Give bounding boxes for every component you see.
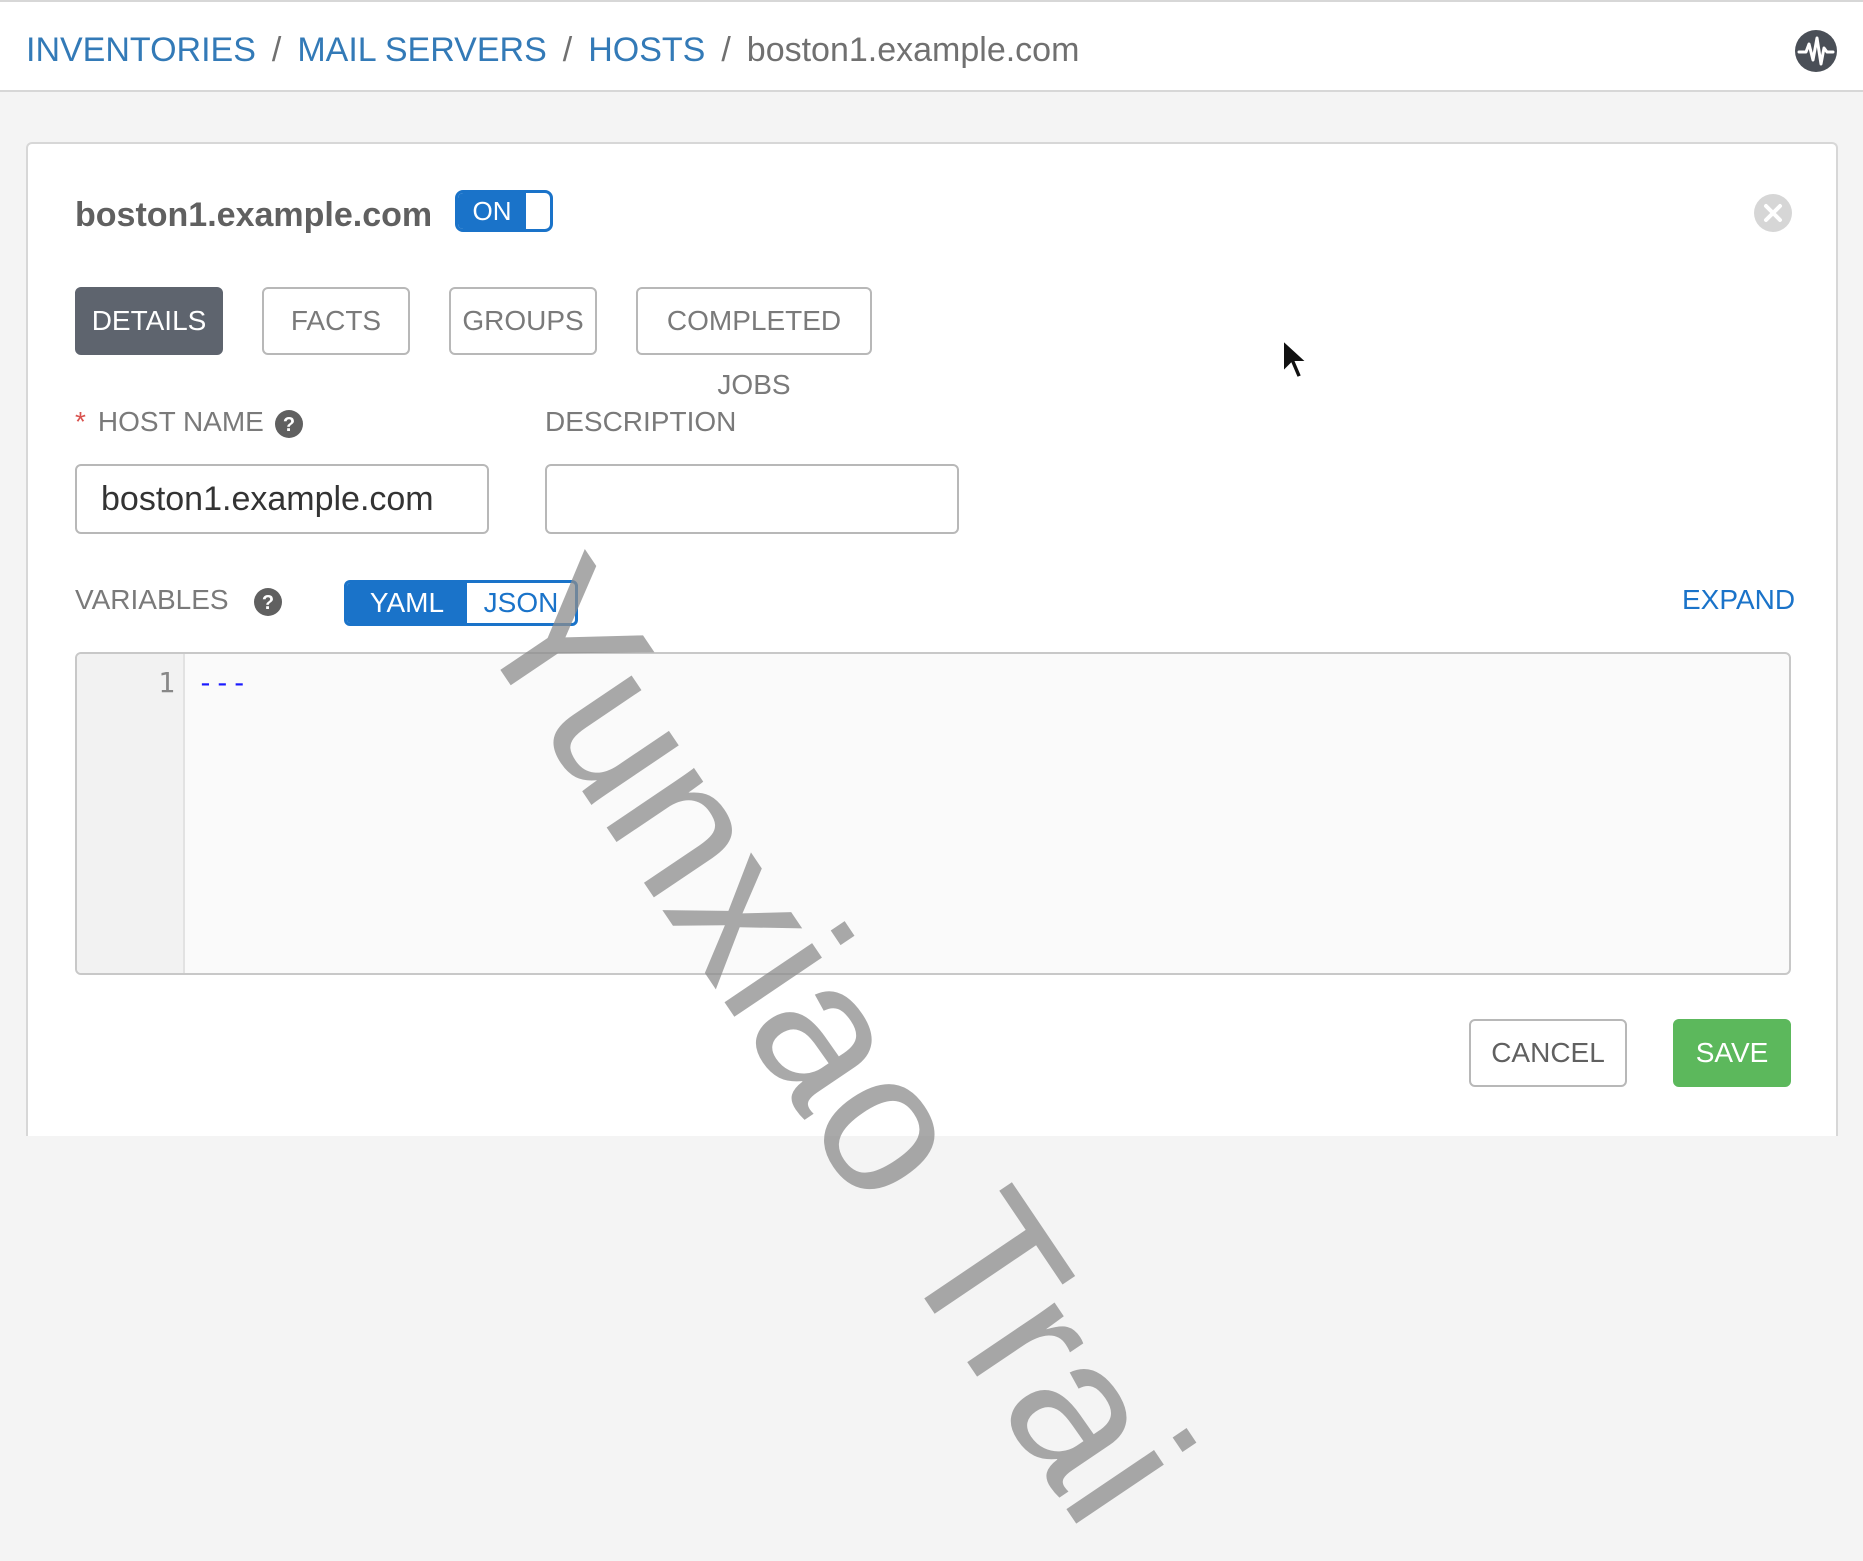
svg-text:?: ? (261, 592, 273, 614)
tab-groups[interactable]: GROUPS (449, 287, 597, 355)
line-number: 1 (158, 666, 175, 699)
toggle-on-label: ON (458, 193, 526, 229)
svg-text:?: ? (283, 414, 295, 436)
save-button[interactable]: SAVE (1673, 1019, 1791, 1087)
breadcrumb-separator: / (721, 31, 731, 69)
variables-label-row: VARIABLES? (75, 584, 283, 617)
breadcrumb-current: boston1.example.com (746, 31, 1080, 69)
tab-facts[interactable]: FACTS (262, 287, 410, 355)
breadcrumb-inventories[interactable]: INVENTORIES (26, 31, 256, 69)
description-input[interactable] (545, 464, 959, 534)
tab-details[interactable]: DETAILS (75, 287, 223, 355)
variables-format-toggle: YAML JSON (344, 580, 578, 626)
json-button[interactable]: JSON (467, 583, 575, 623)
top-bar: INVENTORIES / MAIL SERVERS / HOSTS / boston1.e… (0, 0, 1863, 92)
expand-link[interactable]: EXPAND (1682, 584, 1795, 616)
breadcrumb: INVENTORIES / MAIL SERVERS / HOSTS / boston1.e… (26, 30, 1079, 70)
host-name-label-row: * HOST NAME? (75, 406, 304, 439)
editor-content: --- (197, 666, 248, 699)
variables-editor[interactable]: 1 --- (75, 652, 1791, 975)
breadcrumb-separator: / (562, 31, 573, 69)
host-name-input[interactable]: boston1.example.com (75, 464, 489, 534)
editor-gutter: 1 (77, 654, 185, 973)
activity-pulse-icon[interactable] (1794, 29, 1838, 73)
breadcrumb-hosts[interactable]: HOSTS (588, 31, 705, 69)
cancel-button[interactable]: CANCEL (1469, 1019, 1627, 1087)
close-icon[interactable] (1752, 192, 1794, 234)
description-label: DESCRIPTION (545, 406, 737, 437)
host-details-panel: boston1.example.com ON DETAILS FACTS GRO… (26, 142, 1838, 1136)
breadcrumb-separator: / (271, 31, 282, 69)
yaml-button[interactable]: YAML (347, 583, 467, 623)
help-icon[interactable]: ? (253, 587, 283, 617)
breadcrumb-mail-servers[interactable]: MAIL SERVERS (297, 31, 546, 69)
panel-title: boston1.example.com (75, 196, 433, 234)
help-icon[interactable]: ? (274, 409, 304, 439)
tab-completed-jobs[interactable]: COMPLETED JOBS (636, 287, 872, 400)
enabled-toggle[interactable]: ON (455, 190, 553, 232)
variables-label: VARIABLES (75, 584, 229, 615)
host-name-label: HOST NAME (97, 406, 264, 437)
required-marker: * (75, 406, 86, 437)
